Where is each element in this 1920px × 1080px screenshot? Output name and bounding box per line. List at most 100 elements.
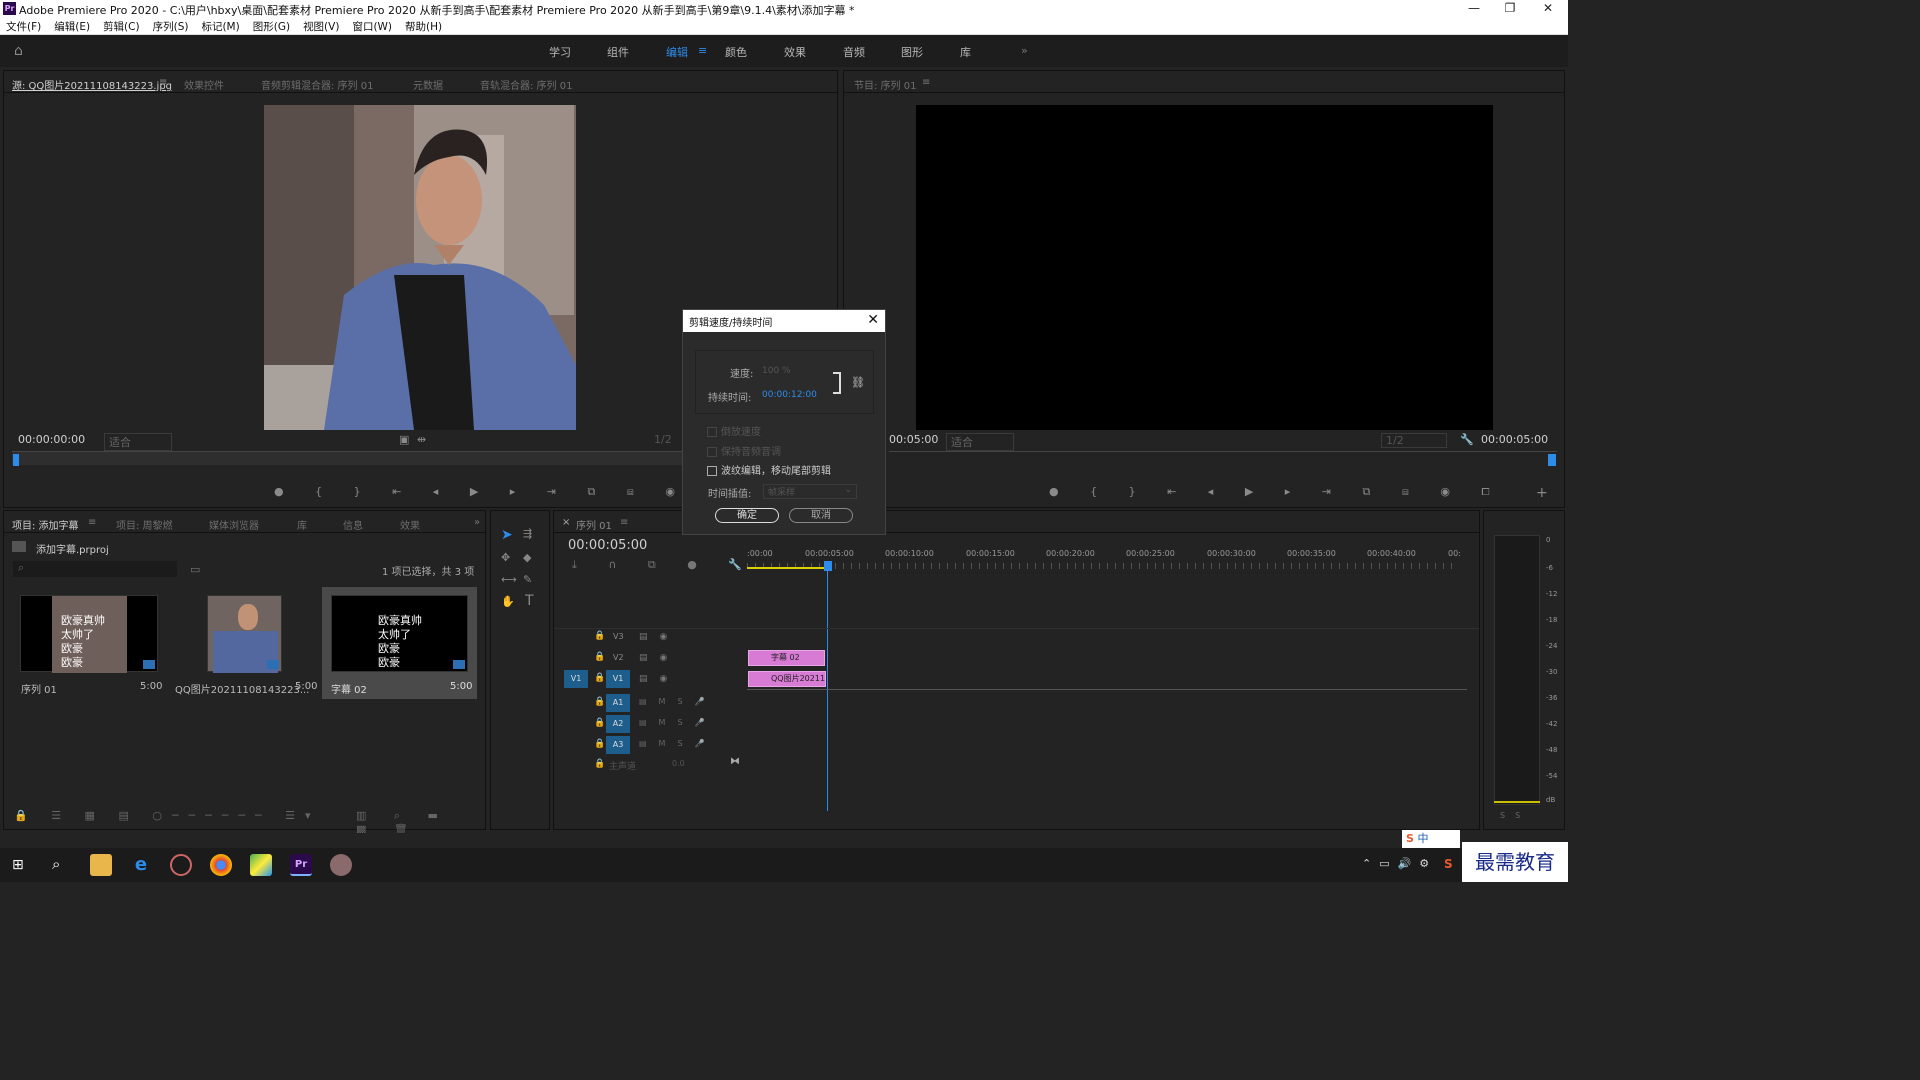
- workspace-libraries[interactable]: 库: [960, 44, 971, 60]
- selection-tool-icon[interactable]: ➤: [501, 527, 513, 543]
- tab-metadata[interactable]: 元数据: [413, 77, 443, 92]
- tab-effect-controls[interactable]: 效果控件: [184, 77, 224, 92]
- search-input[interactable]: ⌕: [13, 561, 177, 577]
- ok-button[interactable]: 确定: [715, 508, 779, 523]
- lock-icon[interactable]: 🔒: [594, 739, 605, 749]
- gallery-app-icon[interactable]: [250, 854, 272, 876]
- new-bin-icon[interactable]: ▭: [190, 563, 200, 576]
- panel-menu-icon[interactable]: ≡: [159, 77, 167, 88]
- workspace-assembly[interactable]: 组件: [607, 44, 629, 60]
- timeline-ruler[interactable]: :00:00 00:00:05:00 00:00:10:00 00:00:15:…: [747, 547, 1461, 571]
- solo-buttons[interactable]: SS: [1500, 811, 1530, 820]
- tab-project[interactable]: 项目: 添加字幕: [12, 517, 79, 532]
- track-v2-controls[interactable]: ▤◉: [639, 653, 679, 663]
- settings-insert-icon[interactable]: ⇹: [417, 433, 426, 446]
- tab-project-2[interactable]: 项目: 周黎燃: [116, 517, 173, 532]
- track-a3[interactable]: A3: [606, 736, 630, 754]
- lock-icon[interactable]: 🔒: [594, 631, 605, 641]
- app-icon[interactable]: [170, 854, 192, 876]
- search-icon[interactable]: ⌕: [52, 855, 60, 873]
- photo-viewer-icon[interactable]: [330, 854, 352, 876]
- panel-menu-icon[interactable]: ≡: [620, 517, 628, 528]
- panel-menu-icon[interactable]: ≡: [922, 77, 930, 88]
- lock-icon[interactable]: 🔒: [594, 652, 605, 662]
- track-v2[interactable]: V2: [613, 653, 624, 662]
- dialog-close-icon[interactable]: ✕: [867, 312, 879, 328]
- interpolation-dropdown[interactable]: 帧采样 ⌄: [763, 484, 857, 499]
- project-view-controls[interactable]: 🔒 ☰ ▦ ▤ ○────── ☰▾: [14, 809, 321, 822]
- menu-help[interactable]: 帮助(H): [405, 19, 442, 34]
- project-item-title[interactable]: 欧豪真帅 太帅了 欧豪 欧豪 字幕 02 5:00: [322, 587, 477, 699]
- type-tool-icon[interactable]: T: [525, 593, 534, 609]
- tab-source[interactable]: 源: QQ图片20211108143223.jpg: [12, 77, 172, 92]
- menu-edit[interactable]: 编辑(E): [54, 19, 90, 34]
- track-v3[interactable]: V3: [613, 632, 624, 641]
- tab-sequence[interactable]: 序列 01: [576, 517, 612, 532]
- lock-icon[interactable]: 🔒: [594, 759, 605, 769]
- close-button[interactable]: ✕: [1530, 1, 1566, 15]
- workspace-color[interactable]: 颜色: [725, 44, 747, 60]
- slip-tool-icon[interactable]: ⟷: [501, 573, 517, 586]
- source-patch-v1[interactable]: V1: [564, 670, 588, 688]
- tab-libraries[interactable]: 库: [297, 517, 307, 532]
- track-a2[interactable]: A2: [606, 715, 630, 733]
- timeline-tool-icons[interactable]: ⤓ ∩ ⧉ ● 🔧: [572, 558, 756, 572]
- source-time-ruler[interactable]: [12, 451, 685, 465]
- project-item-image[interactable]: QQ图片20211108143223... 5:00: [169, 589, 319, 699]
- edge-browser-icon[interactable]: e: [130, 854, 152, 876]
- clip-image[interactable]: QQ图片202111: [748, 671, 826, 687]
- panel-menu-icon[interactable]: ≡: [88, 517, 96, 528]
- tab-info[interactable]: 信息: [343, 517, 363, 532]
- speed-value[interactable]: 100 %: [762, 366, 791, 376]
- source-timecode[interactable]: 00:00:00:00: [18, 433, 85, 446]
- lock-icon[interactable]: 🔒: [594, 718, 605, 728]
- track-v1[interactable]: V1: [606, 670, 630, 688]
- razor-tool-icon[interactable]: ◆: [523, 551, 531, 564]
- track-a1[interactable]: A1: [606, 694, 630, 712]
- program-timecode-right[interactable]: 00:00:05:00: [1481, 433, 1548, 446]
- minimize-button[interactable]: —: [1456, 1, 1492, 15]
- source-ratio[interactable]: 1/2: [654, 433, 672, 446]
- program-transport-controls[interactable]: ● { } ⇤ ◂ ▶ ▸ ⇥ ⧉ ⧈ ◉ ⧠: [1049, 485, 1503, 499]
- close-tab-icon[interactable]: ×: [562, 517, 570, 528]
- timeline-playhead-handle[interactable]: [824, 561, 832, 571]
- link-chain-icon[interactable]: ⛓: [851, 376, 865, 389]
- program-fit-dropdown[interactable]: 适合: [946, 433, 1014, 451]
- workspace-effects[interactable]: 效果: [784, 44, 806, 60]
- workspace-learn[interactable]: 学习: [549, 44, 571, 60]
- track-a3-controls[interactable]: ▤MS🎤: [639, 739, 717, 748]
- menu-file[interactable]: 文件(F): [6, 19, 41, 34]
- program-timecode-left[interactable]: 00:05:00: [889, 433, 938, 446]
- track-a2-controls[interactable]: ▤MS🎤: [639, 718, 717, 727]
- tab-effects[interactable]: 效果: [400, 517, 420, 532]
- maximize-button[interactable]: ❐: [1492, 1, 1528, 15]
- tab-audio-clip-mixer[interactable]: 音频剪辑混合器: 序列 01: [261, 77, 373, 92]
- ripple-edit-checkbox[interactable]: 波纹编辑，移动尾部剪辑: [707, 462, 831, 477]
- project-action-icons[interactable]: ▥ ⌕ ▬ ▩ 🗑: [356, 809, 485, 836]
- menu-graphics[interactable]: 图形(G): [253, 19, 290, 34]
- workspace-graphics[interactable]: 图形: [901, 44, 923, 60]
- program-playhead[interactable]: [1548, 454, 1556, 466]
- pen-tool-icon[interactable]: ✎: [523, 573, 532, 586]
- sogou-icon[interactable]: S: [1444, 857, 1453, 871]
- menu-view[interactable]: 视图(V): [303, 19, 339, 34]
- reverse-speed-checkbox[interactable]: 倒放速度: [707, 423, 761, 438]
- work-area-bar[interactable]: [747, 567, 827, 569]
- lock-icon[interactable]: 🔒: [594, 673, 605, 683]
- home-icon[interactable]: ⌂: [14, 43, 30, 59]
- program-time-ruler[interactable]: [889, 451, 1557, 465]
- source-playhead[interactable]: [13, 454, 19, 466]
- clip-title-02[interactable]: 字幕 02: [748, 650, 825, 666]
- source-transport-controls[interactable]: ● { } ⇤ ◂ ▶ ▸ ⇥ ⧉ ⧈ ◉: [274, 485, 689, 499]
- ime-indicator[interactable]: S 中: [1402, 830, 1460, 848]
- premiere-taskbar-icon[interactable]: Pr: [290, 854, 312, 876]
- windows-start-icon[interactable]: ⊞: [12, 857, 24, 873]
- track-v1-controls[interactable]: ▤◉: [639, 674, 679, 684]
- hand-tool-icon[interactable]: ✋: [501, 595, 515, 608]
- export-frame-icon[interactable]: ▣: [399, 433, 409, 446]
- tab-program[interactable]: 节目: 序列 01: [854, 77, 916, 92]
- project-item-sequence[interactable]: 欧豪真帅 太帅了 欧豪 欧豪 序列 01 5:00: [12, 589, 167, 699]
- duration-value[interactable]: 00:00:12:00: [762, 390, 817, 400]
- source-fit-dropdown[interactable]: 适合: [104, 433, 172, 451]
- timeline-timecode[interactable]: 00:00:05:00: [568, 538, 647, 553]
